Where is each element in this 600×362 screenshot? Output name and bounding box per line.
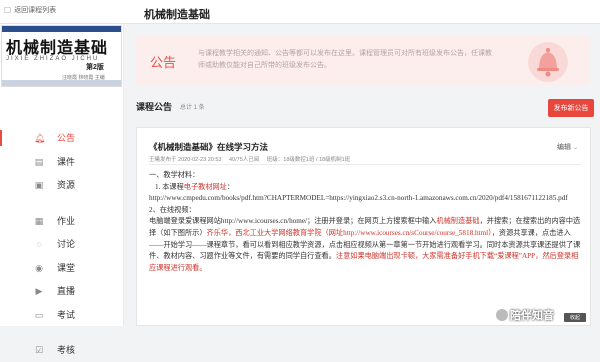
sidebar-item-discussion[interactable]: ◌ 讨论 (0, 232, 123, 256)
sidebar: 机械制造基础 JIXIE ZHIZAO JICHU 第2版 汪晓霞 林晓霞 主编… (0, 24, 124, 355)
announcement-meta: 王曦发布于 2020-02-23 20:53 40/75人已阅 班级：18级数控… (149, 155, 356, 163)
discussion-icon: ◌ (36, 239, 42, 249)
back-to-course-list[interactable]: ☐ 返回课程列表 (4, 5, 56, 15)
sidebar-item-live[interactable]: ▶ 直播 (0, 279, 123, 303)
announcement-title[interactable]: 《机械制造基础》在线学习方法 (149, 141, 268, 153)
cover-title: 机械制造基础 (6, 38, 109, 57)
sidebar-item-courseware[interactable]: ▤ 课件 (0, 150, 123, 174)
ebook-url-link[interactable]: http://www.cmpedu.com/books/pdf.htm?CHAP… (149, 193, 581, 205)
page-title: 机械制造基础 (144, 8, 210, 21)
target-classes: 班级：18级数控1班 / 18级机制1班 (266, 157, 351, 163)
sidebar-item-classroom[interactable]: ◉ 课堂 (0, 256, 123, 280)
sidebar-item-resources[interactable]: ▣ 资源 (0, 173, 123, 197)
announcement-count: 总计 1 条 (180, 105, 205, 111)
announcement-body: 一、教学材料： 1. 本课程电子教材网址： http://www.cmpedu.… (149, 170, 581, 274)
edit-dropdown[interactable]: 编辑 ⌄ (557, 142, 578, 152)
chevron-down-icon: ⌄ (573, 145, 579, 151)
bell-illustration-icon (528, 42, 568, 82)
watermark: 陪伴知音 (496, 307, 554, 323)
read-count: 40/75人已阅 (229, 157, 260, 163)
wechat-logo-icon (496, 309, 508, 321)
live-icon: ▶ (35, 286, 43, 296)
course-cover-image: 机械制造基础 JIXIE ZHIZAO JICHU 第2版 汪晓霞 林晓霞 主编 (1, 25, 122, 87)
section-materials-heading: 一、教学材料： (149, 171, 200, 179)
section-heading: 课程公告 (136, 102, 173, 112)
banner-heading: 公告 (150, 55, 177, 70)
back-label: 返回课程列表 (14, 7, 57, 14)
cover-edition: 第2版 (86, 64, 104, 71)
announcement-intro-banner: 公告 与课程教学相关的通知、公告等都可以发布在这里。课程管理员可对所有班级发布公… (136, 36, 590, 86)
exam-icon: ▭ (34, 309, 44, 320)
folder-icon: ▣ (34, 180, 44, 190)
post-new-announcement-button[interactable]: 发布新公告 (548, 99, 594, 117)
author-time: 王曦发布于 2020-02-23 20:53 (149, 157, 222, 163)
assessment-icon: ☑ (34, 345, 44, 355)
sidebar-item-homework[interactable]: ▦ 作业 (0, 209, 123, 233)
course-nav: 🔔︎ 公告 ▤ 课件 ▣ 资源 ▦ 作业 ◌ 讨论 ◉ 课堂 ▶ 直播 ▭ 考试… (0, 126, 123, 362)
section-video-heading: 2、在线视频： (149, 205, 196, 214)
sidebar-item-exam[interactable]: ▭ 考试 (0, 303, 123, 327)
homework-icon: ▦ (34, 215, 44, 226)
collapse-button[interactable]: 收起 (564, 313, 586, 322)
document-icon: ▤ (34, 156, 44, 167)
banner-description: 与课程教学相关的通知、公告等都可以发布在这里。课程管理员可对所有班级发布公告，任… (198, 50, 492, 69)
announcement-card: 《机械制造基础》在线学习方法 王曦发布于 2020-02-23 20:53 40… (136, 127, 591, 326)
sidebar-item-announcement[interactable]: 🔔︎ 公告 (0, 126, 123, 150)
bell-icon: 🔔︎ (34, 133, 46, 143)
video-instructions: 电脑端登录爱课程网站http://www.icourses.cn/home/；注… (149, 217, 581, 272)
back-arrow-icon: ☐ (4, 5, 12, 15)
materials-item: 1. 本课程电子教材网址： (155, 182, 235, 191)
top-bar: ☐ 返回课程列表 机械制造基础 (0, 0, 600, 24)
classroom-icon: ◉ (35, 262, 43, 273)
sidebar-item-assessment[interactable]: ☑ 考核 (0, 338, 123, 362)
